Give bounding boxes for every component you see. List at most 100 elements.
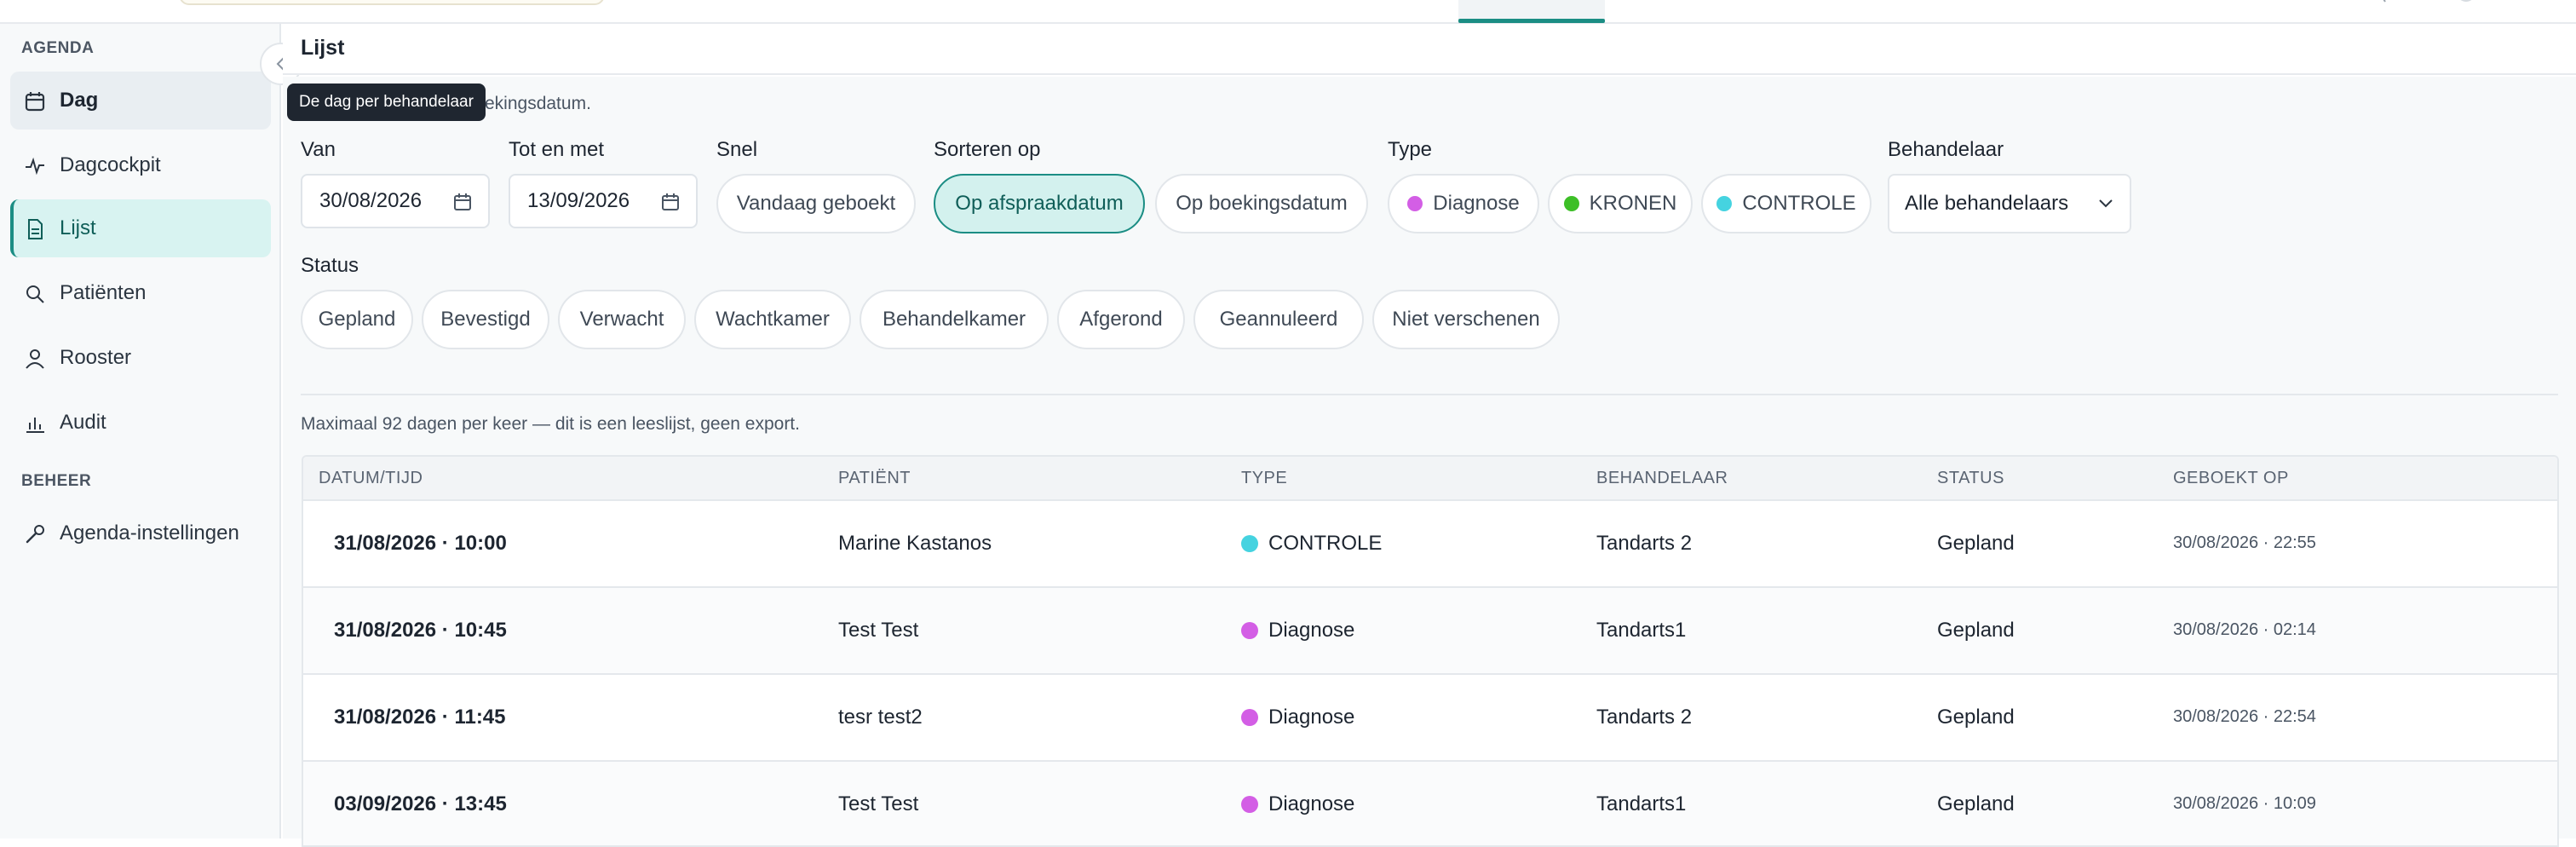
type-color-dot bbox=[1241, 796, 1258, 813]
type-label: Type bbox=[1388, 138, 1433, 161]
cell-geboekt-op: 30/08/2026 · 10:09 bbox=[2173, 794, 2316, 813]
cell-type-label: Diagnose bbox=[1268, 619, 1355, 642]
divider bbox=[301, 394, 2558, 395]
type-kronen-toggle[interactable]: KRONEN bbox=[1548, 174, 1693, 233]
cell-status: Gepland bbox=[1937, 792, 2015, 815]
type-diagnose-label: Diagnose bbox=[1433, 192, 1520, 215]
status-afgerond-toggle[interactable]: Afgerond bbox=[1057, 290, 1185, 349]
sidebar-item-dag[interactable]: Dag bbox=[10, 72, 271, 130]
type-diagnose-toggle[interactable]: Diagnose bbox=[1388, 174, 1539, 233]
cell-geboekt-op: 30/08/2026 · 22:55 bbox=[2173, 533, 2316, 552]
calendar-icon bbox=[662, 193, 679, 210]
page-header: Lijst bbox=[283, 24, 2576, 75]
bar-chart-icon bbox=[26, 418, 44, 433]
cell-type: Diagnose bbox=[1241, 706, 1354, 729]
avatar[interactable] bbox=[2453, 0, 2479, 5]
active-tab-indicator bbox=[1458, 19, 1605, 23]
sidebar-item-rooster[interactable]: Rooster bbox=[10, 329, 271, 387]
table-row[interactable]: 31/08/2026 · 11:45 tesr test2 Diagnose T… bbox=[303, 675, 2557, 762]
table-row[interactable]: 31/08/2026 · 10:45 Test Test Diagnose Ta… bbox=[303, 588, 2557, 675]
tot-en-met-label: Tot en met bbox=[509, 138, 605, 161]
user-icon bbox=[26, 349, 44, 369]
type-color-dot bbox=[1241, 622, 1258, 639]
sidebar-item-lijst[interactable]: Lijst bbox=[10, 199, 271, 257]
document-list-icon bbox=[28, 219, 43, 239]
behandelaar-label: Behandelaar bbox=[1888, 138, 2004, 161]
tot-en-met-date-input[interactable]: 13/09/2026 bbox=[509, 174, 698, 228]
cell-status: Gepland bbox=[1937, 532, 2015, 555]
status-verwacht-toggle[interactable]: Verwacht bbox=[558, 290, 686, 349]
kronen-color-dot bbox=[1563, 196, 1579, 211]
sidebar-item-dagcockpit[interactable]: Dagcockpit bbox=[10, 136, 271, 194]
column-header-type[interactable]: TYPE bbox=[1241, 469, 1287, 488]
van-label: Van bbox=[301, 138, 336, 161]
main-content: Lijst ode, op datum of op boekingsdatum.… bbox=[283, 24, 2576, 847]
vandaag-geboekt-button[interactable]: Vandaag geboekt bbox=[716, 174, 916, 233]
sidebar-item-label: Rooster bbox=[60, 346, 132, 369]
type-controle-toggle[interactable]: CONTROLE bbox=[1701, 174, 1872, 233]
status-gepland-toggle[interactable]: Gepland bbox=[301, 290, 413, 349]
cell-behandelaar: Tandarts 2 bbox=[1596, 532, 1693, 555]
search-icon bbox=[26, 285, 44, 303]
cell-datetime: 31/08/2026 · 10:45 bbox=[334, 619, 507, 642]
appointments-table: DATUM/TIJD PATIËNT TYPE BEHANDELAAR STAT… bbox=[302, 455, 2559, 847]
table-header: DATUM/TIJD PATIËNT TYPE BEHANDELAAR STAT… bbox=[303, 457, 2557, 501]
pulse-icon bbox=[26, 157, 44, 176]
bell-icon[interactable] bbox=[2377, 0, 2402, 5]
range-note: Maximaal 92 dagen per keer — dit is een … bbox=[301, 414, 800, 434]
status-bevestigd-toggle[interactable]: Bevestigd bbox=[422, 290, 549, 349]
cell-type-label: Diagnose bbox=[1268, 706, 1355, 729]
column-header-patient[interactable]: PATIËNT bbox=[838, 469, 911, 488]
cell-patient: Marine Kastanos bbox=[838, 532, 992, 555]
sidebar-item-label: Dagcockpit bbox=[60, 153, 161, 176]
sort-op-boekingsdatum-button[interactable]: Op boekingsdatum bbox=[1155, 174, 1368, 233]
van-date-input[interactable]: 30/08/2026 bbox=[301, 174, 490, 228]
cell-patient: tesr test2 bbox=[838, 706, 923, 729]
status-geannuleerd-toggle[interactable]: Geannuleerd bbox=[1193, 290, 1364, 349]
status-wachtkamer-toggle[interactable]: Wachtkamer bbox=[694, 290, 851, 349]
global-search-input[interactable] bbox=[179, 0, 605, 5]
chevron-down-icon bbox=[2099, 199, 2113, 208]
column-header-status[interactable]: STATUS bbox=[1937, 469, 2004, 488]
cell-behandelaar: Tandarts1 bbox=[1596, 792, 1687, 815]
cell-type: Diagnose bbox=[1241, 792, 1354, 816]
sidebar-item-label: Dag bbox=[60, 89, 99, 112]
status-behandelkamer-toggle[interactable]: Behandelkamer bbox=[860, 290, 1049, 349]
filter-and-list-area: ode, op datum of op boekingsdatum. Van 3… bbox=[283, 77, 2576, 847]
sidebar-item-agenda-instellingen[interactable]: Agenda-instellingen bbox=[10, 504, 271, 562]
cell-type: Diagnose bbox=[1241, 619, 1354, 642]
tooltip: De dag per behandelaar bbox=[287, 84, 486, 121]
sidebar-item-label: Lijst bbox=[60, 216, 96, 239]
controle-color-dot bbox=[1716, 196, 1733, 211]
cell-geboekt-op: 30/08/2026 · 22:54 bbox=[2173, 707, 2316, 726]
sidebar: AGENDA Dag Dagcockpit Lijst Patiënten Ro… bbox=[0, 24, 281, 838]
cell-patient: Test Test bbox=[838, 792, 919, 815]
cell-behandelaar: Tandarts1 bbox=[1596, 619, 1687, 642]
cell-datetime: 31/08/2026 · 10:00 bbox=[334, 532, 507, 555]
cell-type-label: Diagnose bbox=[1268, 792, 1355, 815]
table-row[interactable]: 03/09/2026 · 13:45 Test Test Diagnose Ta… bbox=[303, 762, 2557, 845]
calendar-icon bbox=[454, 193, 471, 210]
sidebar-item-patienten[interactable]: Patiënten bbox=[10, 264, 271, 322]
type-controle-label: CONTROLE bbox=[1742, 192, 1856, 215]
sort-op-afspraakdatum-button[interactable]: Op afspraakdatum bbox=[934, 174, 1145, 233]
status-niet-verschenen-toggle[interactable]: Niet verschenen bbox=[1372, 290, 1560, 349]
page-title: Lijst bbox=[301, 36, 345, 60]
sidebar-item-audit[interactable]: Audit bbox=[10, 394, 271, 452]
top-bar bbox=[0, 0, 2576, 24]
type-color-dot bbox=[1241, 709, 1258, 726]
type-kronen-label: KRONEN bbox=[1589, 192, 1677, 215]
wrench-icon bbox=[26, 525, 44, 544]
cell-geboekt-op: 30/08/2026 · 02:14 bbox=[2173, 620, 2316, 639]
tot-date-value: 13/09/2026 bbox=[527, 189, 630, 212]
behandelaar-select[interactable]: Alle behandelaars bbox=[1888, 174, 2131, 233]
column-header-geboekt-op[interactable]: GEBOEKT OP bbox=[2173, 469, 2289, 488]
sidebar-section-agenda: AGENDA bbox=[21, 39, 95, 57]
column-header-datum-tijd[interactable]: DATUM/TIJD bbox=[319, 469, 423, 488]
column-header-behandelaar[interactable]: BEHANDELAAR bbox=[1596, 469, 1728, 488]
table-row[interactable]: 31/08/2026 · 10:00 Marine Kastanos CONTR… bbox=[303, 501, 2557, 588]
cell-type: CONTROLE bbox=[1241, 532, 1382, 556]
calendar-icon bbox=[25, 92, 45, 112]
top-tab-active[interactable] bbox=[1458, 0, 1605, 20]
sidebar-item-label: Agenda-instellingen bbox=[60, 521, 239, 544]
